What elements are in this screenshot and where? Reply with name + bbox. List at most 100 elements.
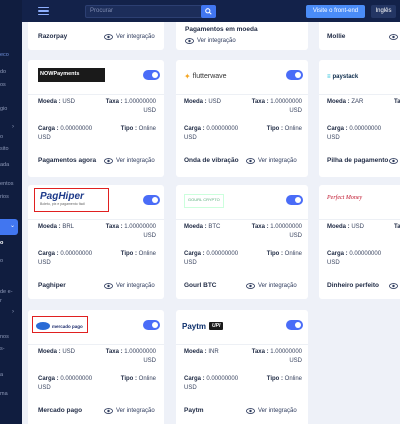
status-toggle[interactable] (286, 70, 303, 80)
currency-field: Moeda : USD (38, 99, 76, 105)
sidebar-item[interactable]: ma (0, 391, 8, 397)
charge-field: Carga : 0.00000000 USD (184, 126, 239, 141)
view-integration-link[interactable]: Ver integração (104, 408, 155, 414)
view-integration-link[interactable]: Ver integração (104, 158, 155, 164)
visit-frontend-button[interactable]: Visite o front-end (306, 5, 365, 18)
view-integration-link[interactable] (389, 158, 400, 164)
perfect-money-logo: Perfect Money (327, 195, 363, 201)
gateway-card-mercadopago: mercado pago Moeda : USD Taxa : 1.000000… (28, 310, 164, 424)
charge-field: Carga : 0.00000000 USD (38, 251, 93, 266)
type-field: Tipo : Online (120, 376, 156, 382)
paystack-logo: ≡ paystack (327, 74, 359, 80)
gateway-card-paytm: Paytm UPI Moeda : INR Taxa : 1.00000000 US… (176, 310, 308, 424)
sidebar-subitem[interactable]: o (0, 258, 3, 264)
gateway-card-flutterwave: ✦ flutterwave Moeda : USD Taxa : 1.000000… (176, 60, 308, 177)
rate-field: Taxa : 1.00000000 USD (105, 224, 156, 239)
eye-icon (185, 38, 194, 44)
sidebar-item[interactable]: de e- (0, 289, 13, 295)
flutterwave-icon: ✦ (184, 71, 191, 81)
currency-field: Moeda : USD (38, 349, 76, 355)
search-button[interactable] (201, 5, 216, 18)
handshake-icon (36, 322, 50, 330)
gateway-card: Pagamentos em moeda Ver integração (176, 22, 308, 50)
view-integration-link[interactable]: Ver integração (246, 158, 297, 164)
status-toggle[interactable] (286, 320, 303, 330)
sidebar-item[interactable]: eco (0, 52, 9, 58)
eye-icon (104, 34, 113, 40)
gateway-name: Pilha de pagamento (327, 157, 389, 164)
paytm-logo: Paytm UPI (182, 319, 224, 333)
mercadopago-logo: mercado pago (36, 319, 83, 333)
currency-field: Moeda : USD (327, 224, 365, 230)
sidebar: eco do os gio › o sito ada entos rios ⌄ … (0, 0, 22, 424)
gateway-card-perfect-money: Perfect Money Moeda : USD Ta Carga : 0.0… (319, 185, 400, 299)
sidebar-item[interactable]: sito (0, 146, 9, 152)
status-toggle[interactable] (143, 320, 160, 330)
charge-field: Carga : 0.00000000 USD (327, 251, 382, 266)
type-field: Tipo : Online (266, 251, 302, 257)
gateway-card-paghiper: PagHiper Boleto, pix e pagamento fácil Mo… (28, 185, 164, 299)
charge-field: Carga : 0.00000000 USD (38, 126, 93, 141)
currency-field: Moeda : USD (184, 99, 222, 105)
view-integration-link[interactable]: Ver integração (246, 283, 297, 289)
chevron-right-icon[interactable]: › (12, 309, 14, 315)
language-select[interactable]: Inglês (371, 5, 396, 18)
sidebar-item[interactable]: os (0, 82, 6, 88)
rate-field: Taxa : 1.00000000 USD (105, 349, 156, 364)
gateway-name: Mollie (327, 33, 346, 40)
eye-icon (389, 34, 398, 40)
sidebar-item[interactable]: a (0, 372, 3, 378)
sidebar-item[interactable]: o (0, 134, 3, 140)
type-field: Tipo : Online (120, 251, 156, 257)
view-integration-link[interactable] (389, 283, 400, 289)
search-input[interactable]: Procurar (85, 5, 205, 18)
gateway-card-paystack: ≡ paystack Moeda : ZAR Ta Carga : 0.00000… (319, 60, 400, 177)
rate-field: Taxa : 1.00000000 USD (251, 349, 302, 364)
sidebar-item[interactable]: rios (0, 194, 9, 200)
sidebar-subitem-active[interactable]: o (0, 240, 3, 246)
gateway-name: Gourl BTC (184, 282, 217, 289)
sidebar-item[interactable]: nos (0, 334, 9, 340)
gateway-name: Pagamentos em moeda (185, 26, 258, 33)
gateway-card: Mollie (319, 22, 400, 50)
view-integration-link[interactable] (389, 34, 400, 40)
view-integration-link[interactable]: Ver integração (246, 408, 297, 414)
sidebar-item[interactable]: do (0, 69, 6, 75)
sidebar-item[interactable]: r (0, 298, 2, 304)
status-toggle[interactable] (143, 70, 160, 80)
rate-field: Taxa : 1.00000000 USD (251, 224, 302, 239)
type-field: Tipo : Online (266, 376, 302, 382)
eye-icon (246, 283, 255, 289)
sidebar-item[interactable]: s- (0, 346, 5, 352)
gateway-card-nowpayments: NOWPayments Moeda : USD Taxa : 1.0000000… (28, 60, 164, 177)
currency-field: Moeda : BRL (38, 224, 75, 230)
gateway-card-gourl: GOURL CRYPTO Moeda : BTC Taxa : 1.000000… (176, 185, 308, 299)
gateway-name: Dinheiro perfeito (327, 282, 380, 289)
topbar: Procurar Visite o front-end Inglês (22, 0, 400, 22)
rate-field: Taxa : 1.00000000 USD (105, 99, 156, 114)
flutterwave-logo: ✦ flutterwave (184, 71, 227, 81)
gateway-name: Onda de vibração (184, 157, 239, 164)
sidebar-item[interactable]: gio (0, 106, 7, 112)
currency-field: Moeda : BTC (184, 224, 221, 230)
type-field: Tipo : Online (266, 126, 302, 132)
type-field: Tipo : Online (120, 126, 156, 132)
gourl-logo: GOURL CRYPTO (184, 194, 224, 208)
rate-field: Ta (394, 99, 400, 105)
sidebar-item[interactable]: ada (0, 162, 9, 168)
chevron-right-icon[interactable]: › (12, 124, 14, 130)
view-integration-link[interactable]: Ver integração (185, 38, 236, 44)
view-integration-link[interactable]: Ver integração (104, 34, 155, 40)
charge-field: Carga : 0.00000000 USD (327, 126, 382, 141)
gateway-name: Paytm (184, 407, 204, 414)
currency-field: Moeda : ZAR (327, 99, 364, 105)
rate-field: Taxa : 1.00000000 USD (251, 99, 302, 114)
paystack-icon: ≡ (327, 74, 331, 80)
status-toggle[interactable] (286, 195, 303, 205)
view-integration-link[interactable]: Ver integração (104, 283, 155, 289)
eye-icon (104, 158, 113, 164)
sidebar-active-item[interactable]: ⌄ (0, 219, 18, 235)
sidebar-item[interactable]: entos (0, 181, 13, 187)
menu-icon[interactable] (38, 7, 49, 16)
status-toggle[interactable] (143, 195, 160, 205)
